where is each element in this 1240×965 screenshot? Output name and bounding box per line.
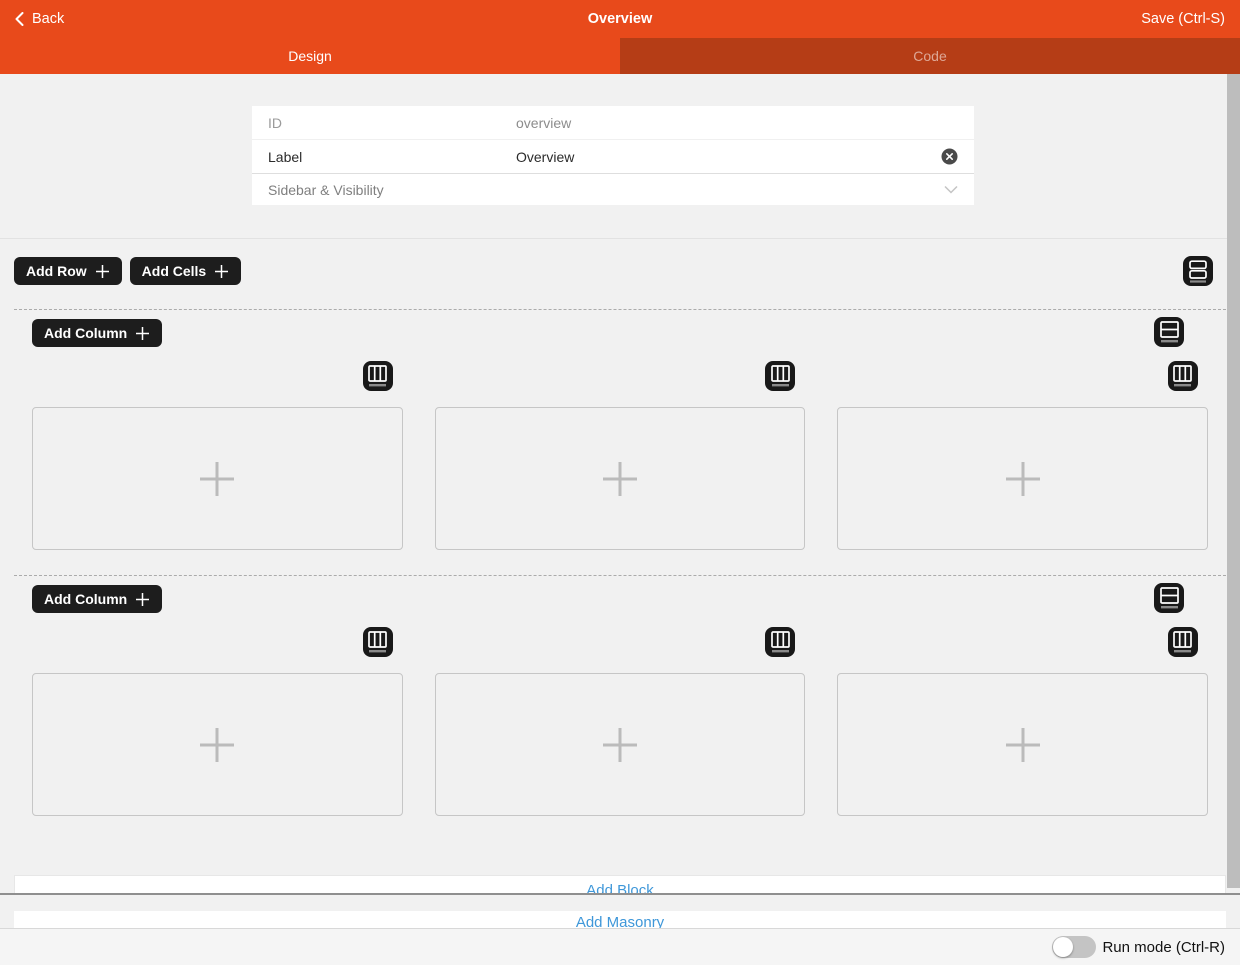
plus-icon xyxy=(1005,727,1041,763)
plus-icon xyxy=(135,326,150,341)
id-field-label: ID xyxy=(268,115,516,131)
form-row-label[interactable]: Label Overview xyxy=(252,140,974,174)
empty-cell[interactable] xyxy=(435,407,806,550)
toggle-knob-icon xyxy=(1053,937,1073,957)
split-row-icon[interactable] xyxy=(1154,583,1184,613)
add-column-label: Add Column xyxy=(44,591,127,607)
add-column-label: Add Column xyxy=(44,325,127,341)
page-title: Overview xyxy=(588,11,653,27)
columns-icon[interactable] xyxy=(1168,627,1198,657)
empty-cell[interactable] xyxy=(837,407,1208,550)
id-field-value[interactable]: overview xyxy=(516,115,958,131)
tab-code[interactable]: Code xyxy=(620,38,1240,74)
cells-row xyxy=(32,407,1208,550)
add-cells-button[interactable]: Add Cells xyxy=(130,257,242,285)
builder-row-2: Add Column xyxy=(14,575,1226,841)
page-settings-card: ID overview Label Overview Sidebar & Vis… xyxy=(252,106,974,205)
run-mode-label: Run mode (Ctrl-R) xyxy=(1102,939,1225,956)
vertical-scrollbar[interactable] xyxy=(1227,74,1240,888)
clear-circle-icon[interactable] xyxy=(941,148,958,165)
columns-icon[interactable] xyxy=(1168,361,1198,391)
empty-cell[interactable] xyxy=(32,673,403,816)
columns-icon[interactable] xyxy=(363,361,393,391)
tab-design[interactable]: Design xyxy=(0,38,620,74)
sidebar-visibility-label: Sidebar & Visibility xyxy=(268,182,384,198)
empty-cell[interactable] xyxy=(32,407,403,550)
add-row-label: Add Row xyxy=(26,263,87,279)
plus-icon xyxy=(199,727,235,763)
plus-icon xyxy=(214,264,229,279)
masonry-section: Add Masonry xyxy=(0,895,1240,928)
stacked-rows-icon[interactable] xyxy=(1183,256,1213,286)
label-field-label: Label xyxy=(268,149,516,165)
add-block-button[interactable]: Add Block xyxy=(14,875,1226,893)
save-button[interactable]: Save (Ctrl-S) xyxy=(1141,11,1225,27)
add-column-button[interactable]: Add Column xyxy=(32,585,162,613)
status-bar: Run mode (Ctrl-R) xyxy=(0,928,1240,965)
add-masonry-button[interactable]: Add Masonry xyxy=(14,911,1226,928)
plus-icon xyxy=(602,461,638,497)
columns-icon[interactable] xyxy=(363,627,393,657)
columns-icon[interactable] xyxy=(765,627,795,657)
app-header: Back Overview Save (Ctrl-S) xyxy=(0,0,1240,38)
label-field-value[interactable]: Overview xyxy=(516,149,941,165)
cell-icon-row xyxy=(32,627,1208,657)
back-button[interactable]: Back xyxy=(15,11,64,27)
columns-icon[interactable] xyxy=(765,361,795,391)
plus-icon xyxy=(1005,461,1041,497)
add-row-button[interactable]: Add Row xyxy=(14,257,122,285)
split-row-icon[interactable] xyxy=(1154,317,1184,347)
run-mode-toggle[interactable] xyxy=(1052,936,1096,958)
cell-icon-row xyxy=(32,361,1208,391)
add-column-button[interactable]: Add Column xyxy=(32,319,162,347)
builder-toolbar: Add Row Add Cells xyxy=(0,239,1240,309)
empty-cell[interactable] xyxy=(435,673,806,816)
cells-row xyxy=(32,673,1208,816)
sidebar-visibility-row[interactable]: Sidebar & Visibility xyxy=(252,174,974,205)
back-label: Back xyxy=(32,11,64,27)
chevron-left-icon xyxy=(15,12,24,26)
tab-bar: Design Code xyxy=(0,38,1240,74)
builder-row-1: Add Column xyxy=(14,309,1226,575)
plus-icon xyxy=(135,592,150,607)
plus-icon xyxy=(95,264,110,279)
plus-icon xyxy=(199,461,235,497)
plus-icon xyxy=(602,727,638,763)
empty-cell[interactable] xyxy=(837,673,1208,816)
design-canvas: ID overview Label Overview Sidebar & Vis… xyxy=(0,74,1240,893)
add-cells-label: Add Cells xyxy=(142,263,207,279)
chevron-down-icon[interactable] xyxy=(944,185,958,194)
form-row-id[interactable]: ID overview xyxy=(252,106,974,140)
